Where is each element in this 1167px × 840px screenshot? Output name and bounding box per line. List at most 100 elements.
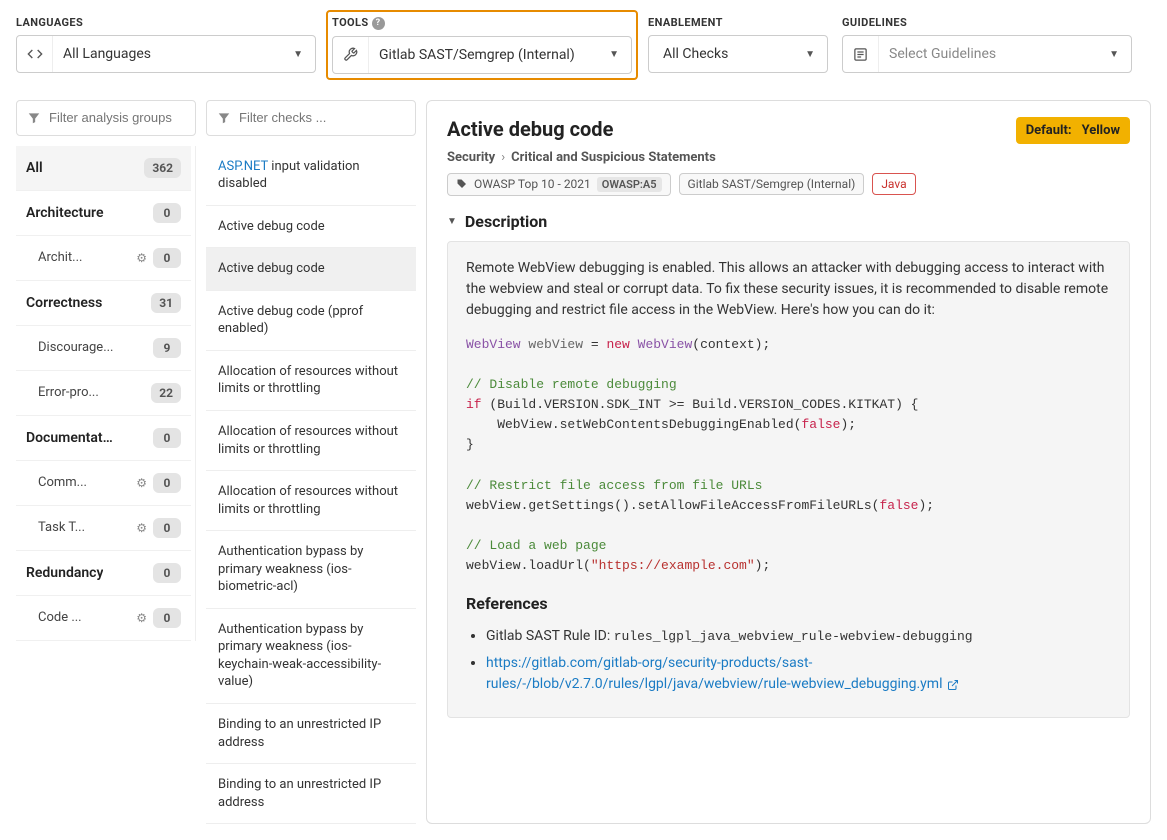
filter-checks-input[interactable] xyxy=(239,110,405,125)
code-block: WebView webView = new WebView(context); … xyxy=(466,335,1111,577)
check-list: ASP.NET input validation disabledActive … xyxy=(206,146,416,825)
help-icon[interactable]: ? xyxy=(372,17,385,30)
group-item[interactable]: Documentation 0 xyxy=(16,416,191,461)
owasp-tag[interactable]: OWASP Top 10 - 2021 OWASP:A5 xyxy=(447,173,671,196)
group-item[interactable]: Task T... ⚙ 0 xyxy=(16,506,191,551)
group-label: Discourage... xyxy=(38,340,114,355)
languages-label: LANGUAGES xyxy=(16,16,316,29)
filter-icon xyxy=(27,111,41,125)
guidelines-placeholder: Select Guidelines xyxy=(879,46,1097,62)
gear-icon[interactable]: ⚙ xyxy=(136,476,147,490)
code-icon xyxy=(17,36,53,72)
caret-down-icon: ▼ xyxy=(447,216,457,227)
reference-item: Gitlab SAST Rule ID: rules_lgpl_java_web… xyxy=(486,626,1111,647)
group-item[interactable]: Error-pro... 22 xyxy=(16,371,191,416)
group-item[interactable]: Comm... ⚙ 0 xyxy=(16,461,191,506)
check-item[interactable]: Allocation of resources without limits o… xyxy=(206,411,416,471)
group-label: Correctness xyxy=(26,295,102,311)
gear-icon[interactable]: ⚙ xyxy=(136,251,147,265)
check-item[interactable]: Active debug code (pprof enabled) xyxy=(206,291,416,351)
reference-item: https://gitlab.com/gitlab-org/security-p… xyxy=(486,653,1111,695)
group-label: Archit... xyxy=(38,250,82,265)
tools-dropdown[interactable]: Gitlab SAST/Semgrep (Internal) ▼ xyxy=(332,36,632,74)
chevron-down-icon: ▼ xyxy=(281,49,315,60)
guidelines-label: GUIDELINES xyxy=(842,16,1132,29)
check-item[interactable]: Active debug code xyxy=(206,206,416,249)
reference-link[interactable]: https://gitlab.com/gitlab-org/security-p… xyxy=(486,655,943,692)
check-link: ASP.NET xyxy=(218,159,268,174)
tool-tag[interactable]: Gitlab SAST/Semgrep (Internal) xyxy=(679,173,865,195)
breadcrumb: Security›Critical and Suspicious Stateme… xyxy=(447,150,1130,165)
check-item[interactable]: ASP.NET input validation disabled xyxy=(206,146,416,206)
count-badge: 0 xyxy=(153,473,181,493)
languages-value: All Languages xyxy=(53,46,281,62)
count-badge: 0 xyxy=(153,203,181,223)
tag-icon xyxy=(456,178,468,190)
language-tag[interactable]: Java xyxy=(872,173,915,195)
filter-icon xyxy=(217,111,231,125)
group-label: Task T... xyxy=(38,520,85,535)
group-item[interactable]: Code ... ⚙ 0 xyxy=(16,596,191,641)
check-item[interactable]: Binding to an unrestricted IP address xyxy=(206,764,416,824)
tools-filter: TOOLS? Gitlab SAST/Semgrep (Internal) ▼ xyxy=(332,16,632,74)
detail-title: Active debug code xyxy=(447,117,613,141)
description-box: Remote WebView debugging is enabled. Thi… xyxy=(447,241,1130,719)
count-badge: 31 xyxy=(151,293,181,313)
gear-icon[interactable]: ⚙ xyxy=(136,611,147,625)
group-list: All 362 Architecture 0 Archit... ⚙ 0 Correctnes… xyxy=(16,146,196,641)
group-item[interactable]: Architecture 0 xyxy=(16,191,191,236)
gear-icon[interactable]: ⚙ xyxy=(136,521,147,535)
check-item[interactable]: Authentication bypass by primary weaknes… xyxy=(206,609,416,704)
group-item[interactable]: Archit... ⚙ 0 xyxy=(16,236,191,281)
group-label: Architecture xyxy=(26,205,104,221)
check-item[interactable]: Authentication bypass by primary weaknes… xyxy=(206,531,416,609)
filter-groups-search[interactable] xyxy=(16,100,196,136)
guidelines-filter: GUIDELINES Select Guidelines ▼ xyxy=(842,16,1132,73)
detail-panel: Active debug code Default: Yellow Securi… xyxy=(426,100,1151,825)
tools-filter-highlight: TOOLS? Gitlab SAST/Semgrep (Internal) ▼ xyxy=(326,10,638,80)
languages-dropdown[interactable]: All Languages ▼ xyxy=(16,35,316,73)
group-label: Comm... xyxy=(38,475,87,490)
check-item[interactable]: Allocation of resources without limits o… xyxy=(206,471,416,531)
count-badge: 0 xyxy=(153,428,181,448)
enablement-value: All Checks xyxy=(649,46,793,62)
count-badge: 0 xyxy=(153,248,181,268)
group-label: All xyxy=(26,160,43,176)
enablement-filter: ENABLEMENT All Checks ▼ xyxy=(648,16,828,73)
filter-groups-input[interactable] xyxy=(49,110,185,125)
checks-column: ASP.NET input validation disabledActive … xyxy=(206,100,416,825)
group-label: Error-pro... xyxy=(38,385,99,400)
group-label: Documentation xyxy=(26,430,116,446)
enablement-label: ENABLEMENT xyxy=(648,16,828,29)
count-badge: 0 xyxy=(153,518,181,538)
count-badge: 9 xyxy=(153,338,181,358)
count-badge: 0 xyxy=(153,608,181,628)
description-text: Remote WebView debugging is enabled. Thi… xyxy=(466,258,1111,321)
filter-checks-search[interactable] xyxy=(206,100,416,136)
external-link-icon xyxy=(947,676,959,692)
description-header[interactable]: ▼ Description xyxy=(447,212,1130,231)
references: References Gitlab SAST Rule ID: rules_lg… xyxy=(466,592,1111,695)
tools-value: Gitlab SAST/Semgrep (Internal) xyxy=(369,47,597,63)
check-item[interactable]: Binding to an unrestricted IP address xyxy=(206,704,416,764)
group-label: Code ... xyxy=(38,610,82,625)
group-item[interactable]: Discourage... 9 xyxy=(16,326,191,371)
chevron-down-icon: ▼ xyxy=(793,49,827,60)
count-badge: 362 xyxy=(144,158,181,178)
check-item[interactable]: Allocation of resources without limits o… xyxy=(206,351,416,411)
wrench-icon xyxy=(333,37,369,73)
guidelines-dropdown[interactable]: Select Guidelines ▼ xyxy=(842,35,1132,73)
group-item[interactable]: Correctness 31 xyxy=(16,281,191,326)
enablement-dropdown[interactable]: All Checks ▼ xyxy=(648,35,828,73)
group-item[interactable]: All 362 xyxy=(16,146,191,191)
references-title: References xyxy=(466,592,1111,616)
group-item[interactable]: Redundancy0 xyxy=(16,551,191,596)
languages-filter: LANGUAGES All Languages ▼ xyxy=(16,16,316,73)
list-icon xyxy=(843,36,879,72)
default-badge: Default: Yellow xyxy=(1016,117,1130,144)
tools-label: TOOLS? xyxy=(332,16,632,30)
chevron-down-icon: ▼ xyxy=(597,49,631,60)
group-label: Redundancy xyxy=(26,565,103,581)
count-badge: 22 xyxy=(151,383,181,403)
check-item[interactable]: Active debug code xyxy=(206,248,416,291)
